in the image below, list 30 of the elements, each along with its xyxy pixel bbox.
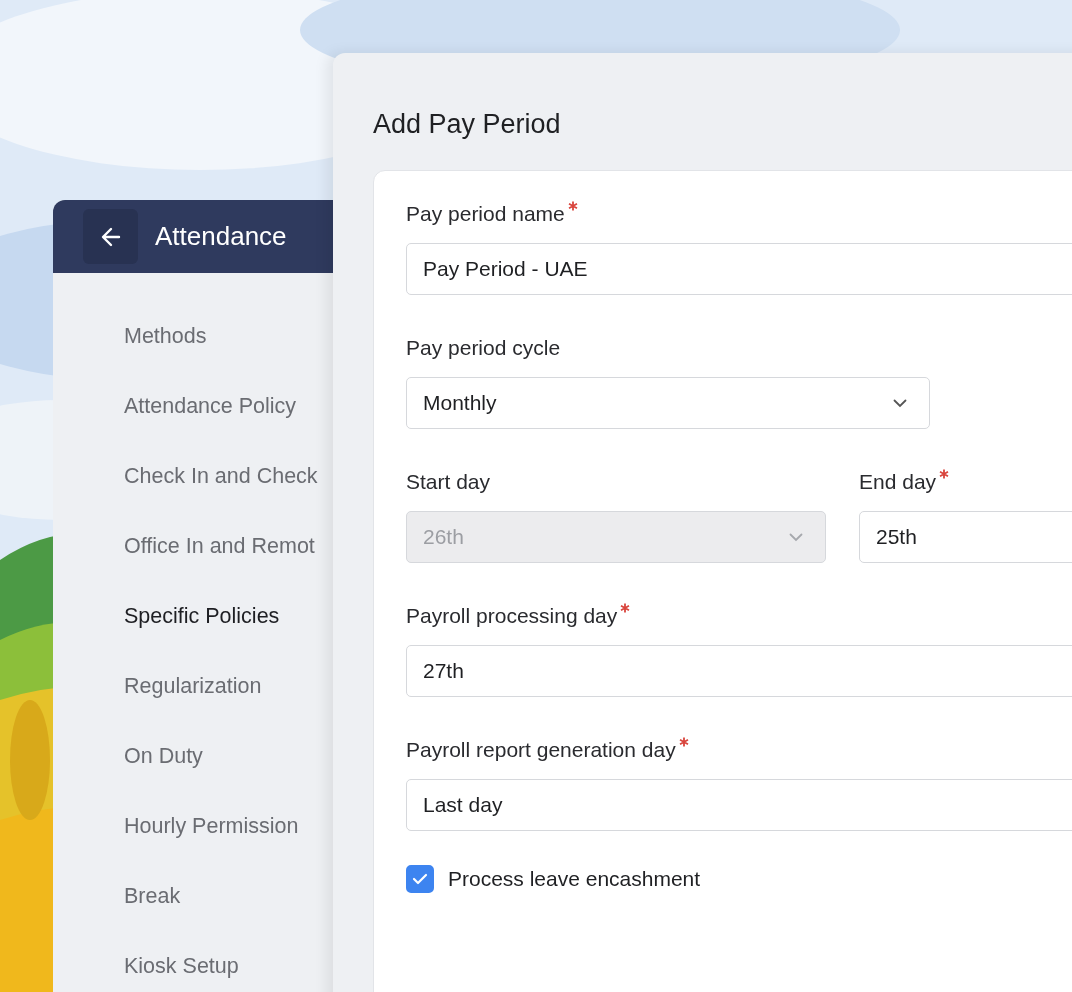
input-field[interactable]: 27th (406, 645, 1072, 697)
field-label: Payroll report generation day (406, 737, 676, 763)
input-field[interactable]: Pay Period - UAE (406, 243, 1072, 295)
field-label: Start day (406, 469, 491, 495)
chevron-down-icon (789, 532, 803, 542)
sidebar-item[interactable]: Kiosk Setup (124, 954, 239, 978)
field-label: Pay period cycle (406, 335, 561, 361)
sidebar-item[interactable]: Regularization (124, 674, 262, 698)
dialog-title: Add Pay Period (373, 109, 561, 140)
input-field[interactable]: Last day (406, 779, 1072, 831)
checkbox-label: Process leave encashment (448, 867, 701, 891)
back-arrow-icon (99, 225, 122, 248)
sidebar-item[interactable]: Break (124, 884, 181, 908)
chevron-down-icon (893, 398, 907, 408)
back-button[interactable] (83, 209, 138, 264)
sidebar-item[interactable]: Methods (124, 324, 207, 348)
field-label: Pay period name (406, 201, 565, 227)
field-label: End day (859, 469, 937, 495)
sidebar-item[interactable]: On Duty (124, 744, 203, 768)
sidebar-item[interactable]: Attendance Policy (124, 394, 297, 418)
field-label: Payroll processing day (406, 603, 618, 629)
checkmark-icon (412, 873, 428, 885)
sidebar-title: Attendance (155, 221, 287, 252)
checkbox[interactable] (406, 865, 434, 893)
dropdown[interactable]: Monthly (406, 377, 930, 429)
sidebar-item[interactable]: Specific Policies (124, 604, 280, 628)
sidebar-item[interactable]: Office In and Remot (124, 534, 315, 558)
sidebar-item[interactable]: Hourly Permission (124, 814, 299, 838)
sidebar-item[interactable]: Check In and Check (124, 464, 318, 488)
input-field[interactable]: 25th (859, 511, 1072, 563)
